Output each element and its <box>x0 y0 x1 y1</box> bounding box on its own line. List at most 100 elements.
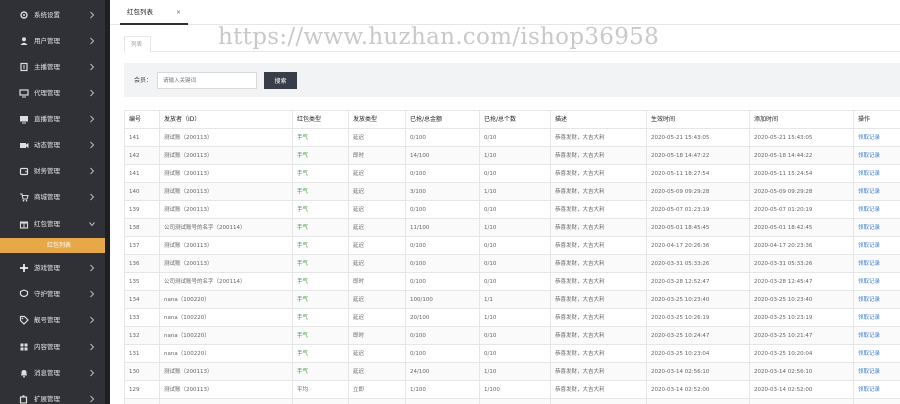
sidebar-item-10[interactable]: 游戏管理 <box>0 255 105 281</box>
table-cell: 恭喜发财，大吉大利 <box>550 398 647 404</box>
sidebar-item-8[interactable]: 商城管理 <box>0 184 105 210</box>
table-cell: 2020-05-18 14:44:22 <box>749 146 854 165</box>
claim-record-link[interactable]: 领取记录 <box>853 254 900 273</box>
table-cell: 1/10 <box>479 182 551 201</box>
table-cell: 1/100 <box>405 380 480 399</box>
puzzle-icon <box>19 395 28 404</box>
table-cell: 2020-03-25 10:26:19 <box>646 308 750 327</box>
sidebar-item-6[interactable]: 动态管理 <box>0 132 105 158</box>
table-cell: nana（100220） <box>159 308 293 327</box>
claim-record-link[interactable]: 领取记录 <box>853 308 900 327</box>
sidebar-item-label: 内容管理 <box>34 343 60 351</box>
table-cell: 手气 <box>292 326 349 345</box>
table-cell: 1/10 <box>479 362 551 381</box>
table-row: 141 测试账（200113） 手气 延迟 0/100 0/10 恭喜发财，大吉大利 2020… <box>124 164 900 183</box>
table-row: 137 测试账（200113） 手气 延迟 0/100 0/10 恭喜发财，大吉大利 2020… <box>124 236 900 255</box>
table-row: 132 nana（100220） 手气 即时 0/100 0/10 恭喜发财，大吉大利 202… <box>124 326 900 345</box>
table-cell: 2020-04-17 20:26:36 <box>646 236 750 255</box>
table-cell: 2020-05-07 01:23:19 <box>646 200 750 219</box>
table-cell: 手气 <box>292 344 349 363</box>
table-cell: 恭喜发财，大吉大利 <box>550 272 647 291</box>
grid-icon <box>20 343 28 351</box>
gift-icon <box>19 221 29 229</box>
sidebar-subitem-redpacket-list[interactable]: 红包列表 <box>0 238 105 253</box>
sidebar-item-14[interactable]: 消息管理 <box>0 360 105 386</box>
claim-record-link[interactable]: 领取记录 <box>853 218 900 237</box>
mic-icon <box>20 62 28 72</box>
column-header: 添加时间 <box>749 110 854 129</box>
table-row: 129 测试账（200113） 平均 立即 1/100 1/100 恭喜发财，大吉大利 202… <box>124 380 900 399</box>
search-button[interactable]: 搜索 <box>264 72 297 89</box>
table-cell: 2020-03-25 10:23:19 <box>749 308 854 327</box>
table-cell: 141 <box>124 128 160 147</box>
claim-record-link[interactable]: 领取记录 <box>853 164 900 183</box>
sidebar-item-label: 靓号管理 <box>34 316 60 324</box>
table-cell: 手气 <box>292 182 349 201</box>
table-cell: 10084/100000 <box>405 398 480 404</box>
chevron-right-icon <box>90 63 95 71</box>
sidebar-item-1[interactable]: 系统设置 <box>0 2 105 28</box>
close-icon[interactable]: × <box>176 8 181 17</box>
table-cell: 140 <box>124 182 160 201</box>
sidebar-item-3[interactable]: 主播管理 <box>0 54 105 80</box>
table-cell: 恭喜发财，大吉大利 <box>550 344 647 363</box>
table-cell: 2020-05-11 18:27:54 <box>646 164 750 183</box>
camera-icon <box>20 143 29 148</box>
claim-record-link[interactable]: 领取记录 <box>853 182 900 201</box>
claim-record-link[interactable]: 领取记录 <box>853 362 900 381</box>
table-row: 128测试账（200113）手气延迟10084/1000001/10恭喜发财，大… <box>124 398 900 404</box>
sidebar-item-12[interactable]: 靓号管理 <box>0 307 105 333</box>
chevron-right-icon <box>90 89 95 97</box>
sidebar-item-15[interactable]: 扩展管理 <box>0 386 105 404</box>
table-cell: 2020-05-09 09:29:28 <box>749 182 854 201</box>
chevron-right-icon <box>90 167 95 175</box>
claim-record-link[interactable]: 领取记录 <box>853 200 900 219</box>
claim-record-link[interactable]: 领取记录 <box>853 128 900 147</box>
sidebar-item-label: 主播管理 <box>34 63 60 71</box>
claim-record-link[interactable]: 领取记录 <box>853 380 900 399</box>
chevron-down-icon <box>89 222 95 227</box>
sidebar-subitem-label: 红包列表 <box>47 242 72 249</box>
table-cell: 139 <box>124 200 160 219</box>
subtab-bar: 列表 <box>124 36 900 53</box>
search-input[interactable] <box>157 72 257 89</box>
claim-record-link[interactable]: 领取记录 <box>853 398 900 404</box>
table-cell: 测试账（200113） <box>159 200 293 219</box>
table-cell: 手气 <box>292 128 349 147</box>
claim-record-link[interactable]: 领取记录 <box>853 326 900 345</box>
table-cell: 测试账（200113） <box>159 236 293 255</box>
chevron-right-icon <box>90 369 95 377</box>
table-cell: 130 <box>124 362 160 381</box>
claim-record-link[interactable]: 领取记录 <box>853 236 900 255</box>
tab-redpacket-list[interactable]: 红包列表 × <box>120 0 188 25</box>
claim-record-link[interactable]: 领取记录 <box>853 344 900 363</box>
table-cell: 2020-05-01 18:42:45 <box>749 218 854 237</box>
table-cell: 135 <box>124 272 160 291</box>
sidebar-item-13[interactable]: 内容管理 <box>0 334 105 360</box>
table-cell: 2020-03-14 02:56:10 <box>749 362 854 381</box>
table-cell: 恭喜发财，大吉大利 <box>550 128 647 147</box>
table-cell: 2020-05-09 09:29:28 <box>646 182 750 201</box>
claim-record-link[interactable]: 领取记录 <box>853 290 900 309</box>
sidebar-item-9[interactable]: 红包管理 <box>0 211 105 237</box>
tag-icon <box>19 315 29 325</box>
table-cell: 1/10 <box>479 308 551 327</box>
chevron-right-icon <box>90 193 95 201</box>
table-row: 139 测试账（200113） 手气 延迟 0/100 0/10 恭喜发财，大吉大利 2020… <box>124 200 900 219</box>
claim-record-link[interactable]: 领取记录 <box>853 146 900 165</box>
table-cell: 手气 <box>292 164 349 183</box>
sidebar-item-2[interactable]: 用户管理 <box>0 28 105 54</box>
table-cell: 132 <box>124 326 160 345</box>
sidebar-item-5[interactable]: 直播管理 <box>0 106 105 132</box>
sidebar-item-4[interactable]: 代理管理 <box>0 80 105 106</box>
table-cell: 延迟 <box>348 254 406 273</box>
table-cell: 恭喜发财，大吉大利 <box>550 362 647 381</box>
chevron-right-icon <box>90 11 95 19</box>
table-cell: 2020-03-25 10:23:40 <box>646 290 750 309</box>
table-cell: 延迟 <box>348 398 406 404</box>
table-cell: 14/100 <box>405 146 480 165</box>
sidebar-item-11[interactable]: 守护管理 <box>0 281 105 307</box>
claim-record-link[interactable]: 领取记录 <box>853 272 900 291</box>
subtab-list[interactable]: 列表 <box>124 36 151 53</box>
sidebar-item-7[interactable]: 财务管理 <box>0 158 105 184</box>
